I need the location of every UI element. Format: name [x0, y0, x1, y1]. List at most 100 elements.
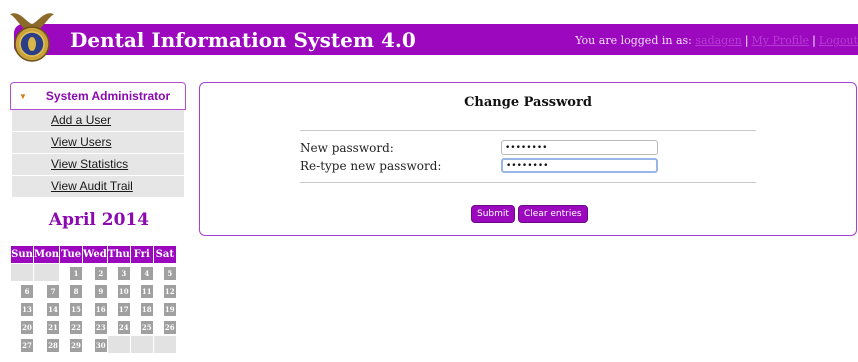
calendar-day[interactable]: 17 [106, 299, 131, 318]
calendar-day-number[interactable]: 14 [47, 303, 60, 316]
calendar-day-number[interactable]: 24 [117, 321, 130, 334]
calendar-day[interactable]: 6 [10, 281, 34, 300]
new-password-label: New password: [300, 141, 394, 155]
weekday-header: Tue [59, 245, 84, 264]
sidebar-item-label[interactable]: View Users [51, 135, 111, 149]
weekday-header: Sat [152, 245, 177, 264]
calendar-week-row: 20 21 22 23 24 25 26 [10, 317, 177, 336]
clear-entries-button[interactable]: Clear entries [518, 205, 588, 223]
calendar-day[interactable]: 13 [10, 299, 34, 318]
calendar-day-number[interactable]: 15 [70, 303, 83, 316]
calendar-day[interactable]: 15 [59, 299, 84, 318]
calendar-day[interactable]: 22 [59, 317, 84, 336]
sidebar-item-label[interactable]: View Audit Trail [51, 179, 133, 193]
sidebar-item-label[interactable]: View Statistics [51, 157, 128, 171]
weekday-header: Fri [129, 245, 154, 264]
calendar-day-number[interactable]: 20 [21, 321, 33, 334]
calendar-day[interactable]: 10 [106, 281, 131, 300]
calendar-day[interactable]: 16 [82, 299, 108, 318]
my-profile-link[interactable]: My Profile [752, 34, 810, 47]
calendar-day[interactable]: 19 [152, 299, 177, 318]
calendar-day[interactable]: 20 [10, 317, 34, 336]
retype-password-label: Re-type new password: [300, 159, 442, 173]
calendar-day[interactable]: 3 [106, 263, 131, 282]
calendar-day[interactable]: 14 [32, 299, 61, 318]
calendar-day[interactable]: 21 [32, 317, 61, 336]
calendar-day[interactable]: 26 [152, 317, 177, 336]
calendar-day[interactable]: 4 [129, 263, 154, 282]
calendar-month-title: April 2014 [48, 210, 150, 230]
calendar-day-number[interactable]: 26 [163, 321, 176, 334]
calendar-week-row: 27 28 29 30 [10, 335, 177, 354]
calendar-day[interactable]: 9 [82, 281, 108, 300]
sidebar-item-view-statistics[interactable]: View Statistics [12, 154, 184, 176]
calendar-day[interactable]: 27 [10, 335, 34, 354]
calendar-day-number[interactable]: 22 [70, 321, 83, 334]
calendar-day[interactable]: 29 [59, 335, 84, 354]
calendar-day-number[interactable]: 2 [94, 267, 107, 280]
retype-password-input[interactable] [501, 158, 658, 173]
weekday-header: Wed [82, 245, 108, 264]
calendar-day-number[interactable]: 25 [140, 321, 153, 334]
calendar-day[interactable]: 7 [32, 281, 61, 300]
calendar-day[interactable]: 25 [129, 317, 154, 336]
calendar-day-number[interactable]: 9 [94, 285, 107, 298]
calendar-day[interactable]: 1 [59, 263, 84, 282]
calendar-day-number[interactable]: 7 [47, 285, 60, 298]
calendar-day-number[interactable]: 16 [94, 303, 107, 316]
separator: | [812, 34, 816, 47]
login-prefix: You are logged in as: [575, 34, 692, 47]
menu-section-title: System Administrator [45, 89, 171, 103]
calendar-day[interactable]: 30 [82, 335, 108, 354]
panel-title: Change Password [464, 95, 592, 110]
calendar-day-number[interactable]: 12 [163, 285, 176, 298]
username-link[interactable]: sadagen [695, 34, 741, 47]
calendar-day-number[interactable]: 4 [140, 267, 153, 280]
app-logo [4, 4, 60, 64]
collapse-arrow-icon[interactable]: ▼ [19, 92, 27, 101]
menu-section-header[interactable]: ▼ System Administrator [10, 82, 186, 110]
calendar-empty-cell [106, 335, 131, 354]
change-password-panel: Change Password New password: Re-type ne… [199, 82, 857, 236]
calendar-day-number[interactable]: 6 [21, 285, 33, 298]
calendar-day[interactable]: 12 [152, 281, 177, 300]
calendar-day-number[interactable]: 8 [70, 285, 83, 298]
calendar-empty-cell [10, 263, 34, 282]
calendar-day-number[interactable]: 23 [94, 321, 107, 334]
sidebar-item-view-audit-trail[interactable]: View Audit Trail [12, 176, 184, 198]
calendar-day-number[interactable]: 19 [163, 303, 176, 316]
calendar-day-number[interactable]: 21 [47, 321, 60, 334]
submit-button[interactable]: Submit [471, 205, 515, 223]
sidebar-item-view-users[interactable]: View Users [12, 132, 184, 154]
logout-link[interactable]: Logout [819, 34, 858, 47]
calendar-day-number[interactable]: 13 [21, 303, 33, 316]
weekday-header: Mon [32, 245, 61, 264]
sidebar-item-add-user[interactable]: Add a User [12, 110, 184, 132]
calendar-day-number[interactable]: 27 [21, 339, 33, 352]
calendar: Sun Mon Tue Wed Thu Fri Sat 1 2 3 4 5 6 7 8 9 10 1… [10, 245, 177, 354]
sidebar-item-label[interactable]: Add a User [51, 113, 111, 127]
calendar-day-number[interactable]: 30 [94, 339, 107, 352]
calendar-day-number[interactable]: 5 [163, 267, 176, 280]
calendar-day-number[interactable]: 18 [140, 303, 153, 316]
calendar-empty-cell [152, 335, 177, 354]
calendar-day-number[interactable]: 28 [47, 339, 60, 352]
calendar-day-number[interactable]: 17 [117, 303, 130, 316]
login-info: You are logged in as: sadagen | My Profile… [575, 34, 858, 48]
calendar-day-number[interactable]: 1 [70, 267, 83, 280]
calendar-day[interactable]: 18 [129, 299, 154, 318]
calendar-day[interactable]: 23 [82, 317, 108, 336]
calendar-day-number[interactable]: 11 [140, 285, 153, 298]
sidebar-menu: ▼ System Administrator Add a User View U… [10, 82, 186, 198]
calendar-day[interactable]: 28 [32, 335, 61, 354]
calendar-day-number[interactable]: 29 [70, 339, 83, 352]
calendar-day[interactable]: 5 [152, 263, 177, 282]
calendar-day[interactable]: 24 [106, 317, 131, 336]
calendar-empty-cell [32, 263, 61, 282]
calendar-day[interactable]: 2 [82, 263, 108, 282]
calendar-day[interactable]: 11 [129, 281, 154, 300]
calendar-day-number[interactable]: 10 [117, 285, 130, 298]
new-password-input[interactable] [501, 140, 658, 155]
calendar-day-number[interactable]: 3 [117, 267, 130, 280]
calendar-day[interactable]: 8 [59, 281, 84, 300]
